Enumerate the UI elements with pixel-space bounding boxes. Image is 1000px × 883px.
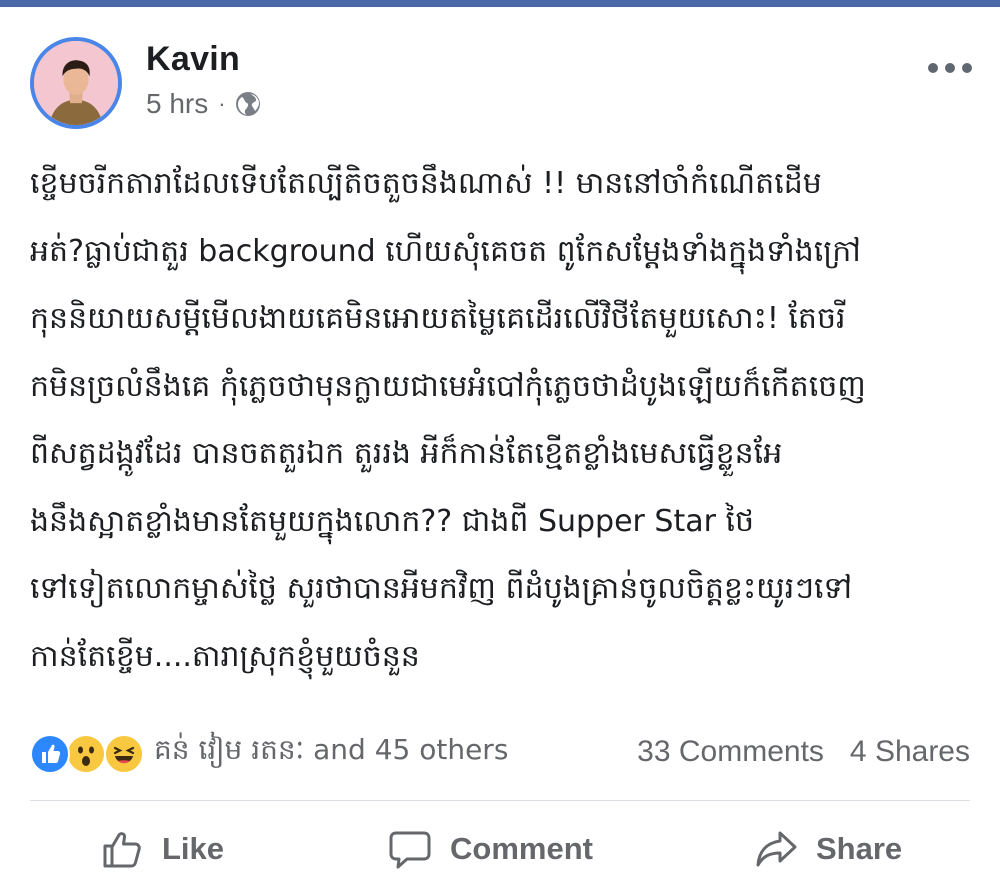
share-button[interactable]: Share xyxy=(754,818,902,880)
like-button[interactable]: Like xyxy=(100,818,224,880)
post-meta: 5 hrs · xyxy=(146,88,262,120)
globe-icon[interactable] xyxy=(234,90,262,118)
divider xyxy=(30,800,970,801)
like-reaction-icon xyxy=(30,734,70,774)
wow-reaction-icon xyxy=(66,734,106,774)
thumbs-up-icon xyxy=(103,832,141,868)
like-label: Like xyxy=(162,831,225,866)
comment-icon xyxy=(389,831,431,869)
more-options-icon[interactable] xyxy=(928,62,972,74)
share-arrow-icon xyxy=(756,831,797,867)
haha-reaction-icon xyxy=(104,734,144,774)
shares-count-link[interactable]: 4 Shares xyxy=(850,735,970,769)
more-dot xyxy=(962,63,972,73)
comments-count-link[interactable]: 33 Comments xyxy=(637,735,824,769)
post-body: ខ្ចើមចរីកតារាដែលទើបតែល្បីតិចតួចនឹងណាស់ !… xyxy=(30,150,975,690)
comment-label: Comment xyxy=(450,831,593,866)
post-text-line: ខ្ចើមចរីកតារាដែលទើបតែល្បីតិចតួចនឹងណាស់ !… xyxy=(30,166,822,201)
comment-button[interactable]: Comment xyxy=(388,818,593,880)
share-label: Share xyxy=(816,831,903,866)
post-text-line: កាន់តែខ្ចើម....តារាស្រុកខ្ញុំមួយចំនួន xyxy=(30,638,420,674)
reactions-summary[interactable]: គន់ វៀម រតនៈ and 45 others xyxy=(30,730,508,774)
avatar[interactable] xyxy=(30,37,122,129)
post-timestamp[interactable]: 5 hrs xyxy=(146,88,208,120)
more-dot xyxy=(928,63,938,73)
engagement-counts: 33 Comments 4 Shares xyxy=(637,732,970,772)
meta-separator: · xyxy=(218,91,226,116)
author-name[interactable]: Kavin xyxy=(146,40,240,79)
top-nav-bar xyxy=(0,0,1000,7)
more-dot xyxy=(945,63,955,73)
post-text-line: អត់?ធ្លាប់ជាតួរ background ហើយសុំគេចត ពូ… xyxy=(30,233,861,269)
post-text-line: ពីសត្វដង្កូវដែរ បានចតតួរឯក តួររង អីក៏កាន… xyxy=(30,436,783,471)
post-text-line: កុននិយាយសម្តីមើលងាយគេមិនអោយតម្លៃគេដើរលើវ… xyxy=(30,301,846,336)
reaction-names: គន់ វៀម រតនៈ and 45 others xyxy=(154,732,509,766)
reaction-icons xyxy=(30,732,148,774)
post-text-line: ងនឹងស្អាតខ្លាំងមានតែមួយក្នុងលោក?? ជាងពី … xyxy=(30,503,755,539)
post-text-line: ទៅទៀតលោកម្ចាស់ថ្លៃ សួរថាបានអីមកវិញ ពីដំប… xyxy=(30,571,853,606)
post-text-line: កមិនច្រលំនឹងគេ កុំភ្លេចថាមុនក្លាយជាមេអំប… xyxy=(30,368,866,404)
post-actions-bar: Like Comment Share xyxy=(0,818,1000,880)
avatar-image xyxy=(34,41,118,125)
